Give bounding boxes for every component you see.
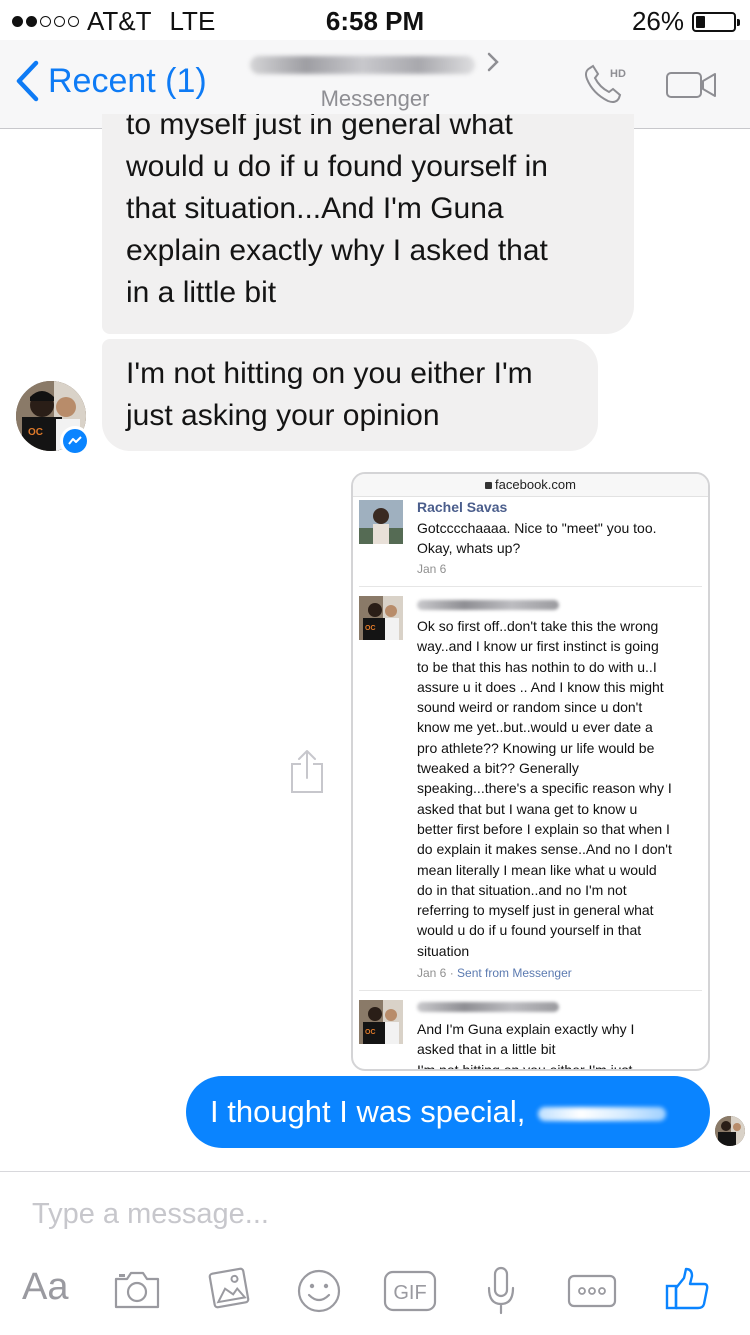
video-camera-icon xyxy=(666,72,716,98)
fb-message: Rachel Savas Gotcccchaaaa. Nice to "meet… xyxy=(353,496,708,584)
message-input[interactable]: Type a message... xyxy=(32,1198,269,1231)
sent-message-text: I thought I was special, xyxy=(210,1094,534,1129)
fb-line: speaking...there's a specific reason why… xyxy=(417,780,672,797)
received-message-bubble[interactable]: to myself just in general what would u d… xyxy=(102,114,634,334)
battery-icon xyxy=(692,11,740,32)
fb-message-text: Gotcccchaaaa. Nice to "meet" you too. Ok… xyxy=(417,518,707,559)
message-composer: Type a message... Aa GIF xyxy=(0,1171,750,1335)
svg-text:OC: OC xyxy=(365,625,376,632)
emoji-icon xyxy=(297,1269,341,1313)
like-button[interactable] xyxy=(664,1266,710,1317)
browser-url-bar: facebook.com xyxy=(353,474,708,497)
fb-message-text: Ok so first off..don't take this the wro… xyxy=(417,616,707,961)
fb-line: situation xyxy=(417,942,470,959)
message-line: to myself just in general what xyxy=(126,114,513,141)
fb-line: Gotcccchaaaa. Nice to "meet" you too. xyxy=(417,520,657,536)
battery-percent: 26% xyxy=(631,6,684,36)
shared-screenshot-image[interactable]: facebook.com Rachel Savas Gotcccchaaaa. … xyxy=(351,472,710,1071)
fb-timestamp: Jan 6 xyxy=(417,562,447,576)
received-message-bubble[interactable]: I'm not hitting on you either I'm just a… xyxy=(102,339,598,451)
fb-line: Ok so first off..don't take this the wro… xyxy=(417,618,659,634)
microphone-icon xyxy=(487,1266,515,1315)
divider xyxy=(359,990,702,991)
sent-message-bubble[interactable]: I thought I was special, xyxy=(186,1076,710,1148)
fb-line: to be that this has nothin to do with u.… xyxy=(417,658,657,675)
fb-line: know me yet..but..would u ever date a xyxy=(417,719,653,736)
contact-name-button[interactable] xyxy=(250,50,500,80)
fb-avatar: OC xyxy=(359,1000,403,1044)
fb-line: Okay, whats up? xyxy=(417,540,521,557)
url-text: facebook.com xyxy=(495,477,576,492)
fb-line: do in that situation..and no I'm not xyxy=(417,881,627,898)
gif-button[interactable]: GIF xyxy=(383,1270,437,1317)
header-subtitle: Messenger xyxy=(320,86,430,111)
more-options-button[interactable] xyxy=(567,1274,617,1313)
fb-avatar: OC xyxy=(359,596,403,640)
camera-icon xyxy=(114,1271,160,1309)
svg-text:HD: HD xyxy=(610,68,626,80)
message-line: would u do if u found yourself in xyxy=(126,150,548,183)
text-size-button[interactable]: Aa xyxy=(22,1266,68,1309)
fb-line: way..and I know ur first instinct is goi… xyxy=(417,638,659,655)
voice-call-button[interactable]: HD xyxy=(582,62,632,113)
fb-line: assure u it does .. And I know this migh… xyxy=(417,678,664,695)
fb-line: And I'm Guna explain exactly why I xyxy=(417,1021,635,1037)
contact-name-redacted xyxy=(250,56,475,74)
read-receipt-avatar xyxy=(715,1116,745,1146)
fb-line: mean literally I mean like what u would xyxy=(417,861,657,878)
fb-sender-name-redacted xyxy=(417,1002,559,1012)
share-icon xyxy=(291,750,323,793)
gif-icon: GIF xyxy=(383,1270,437,1312)
fb-line: would u do if u found yourself in that xyxy=(417,922,642,939)
fb-message-text: And I'm Guna explain exactly why I asked… xyxy=(417,1019,707,1071)
fb-line: I'm not hitting on you either I'm just xyxy=(417,1061,633,1071)
fb-sender-name: Rachel Savas xyxy=(417,499,508,515)
lock-icon xyxy=(485,482,493,489)
fb-line: sound weird or random since u don't xyxy=(417,699,643,716)
fb-line: asked that in a little bit xyxy=(417,1041,556,1058)
emoji-button[interactable] xyxy=(296,1268,342,1319)
divider xyxy=(359,586,702,587)
svg-text:OC: OC xyxy=(365,1029,376,1036)
more-icon xyxy=(567,1274,617,1308)
fb-line: referring to myself just in general what xyxy=(417,902,654,919)
message-line: just asking your opinion xyxy=(126,399,440,432)
status-bar: AT&T LTE 6:58 PM 26% xyxy=(0,0,750,40)
message-line: explain exactly why I asked that xyxy=(126,234,548,267)
redacted-name xyxy=(537,1106,666,1121)
svg-text:OC: OC xyxy=(28,427,43,438)
fb-line: asked that but I wana get to know u xyxy=(417,800,638,817)
message-line: in a little bit xyxy=(126,276,277,309)
fb-message: OC Ok so first off..don't take this the … xyxy=(353,590,708,988)
microphone-button[interactable] xyxy=(486,1266,516,1321)
photo-gallery-button[interactable] xyxy=(205,1264,253,1317)
fb-timestamp: Jan 6 · Sent from Messenger xyxy=(417,966,572,980)
fb-message: OC And I'm Guna explain exactly why I as… xyxy=(353,994,708,1071)
share-button[interactable] xyxy=(289,748,325,799)
messenger-badge-icon xyxy=(60,426,90,456)
message-line: that situation...And I'm Guna xyxy=(126,192,504,225)
phone-hd-icon: HD xyxy=(585,64,626,103)
fb-avatar xyxy=(359,500,403,544)
text-size-icon: Aa xyxy=(22,1266,69,1308)
chevron-right-icon xyxy=(487,52,499,72)
fb-line: tweaked a bit?? Generally xyxy=(417,760,579,777)
video-call-button[interactable] xyxy=(665,70,719,105)
message-line: I'm not hitting on you either I'm xyxy=(126,357,533,390)
like-icon xyxy=(665,1267,709,1310)
photo-gallery-icon xyxy=(208,1267,250,1309)
fb-source-link: Sent from Messenger xyxy=(457,966,572,980)
camera-button[interactable] xyxy=(113,1270,161,1315)
fb-line: pro athlete?? Knowing ur life would be xyxy=(417,739,655,756)
svg-text:GIF: GIF xyxy=(393,1282,426,1304)
fb-line: do explain it makes sense..And no I don'… xyxy=(417,841,672,858)
fb-sender-name-redacted xyxy=(417,600,559,610)
fb-line: better first before I explain so that wh… xyxy=(417,820,670,837)
